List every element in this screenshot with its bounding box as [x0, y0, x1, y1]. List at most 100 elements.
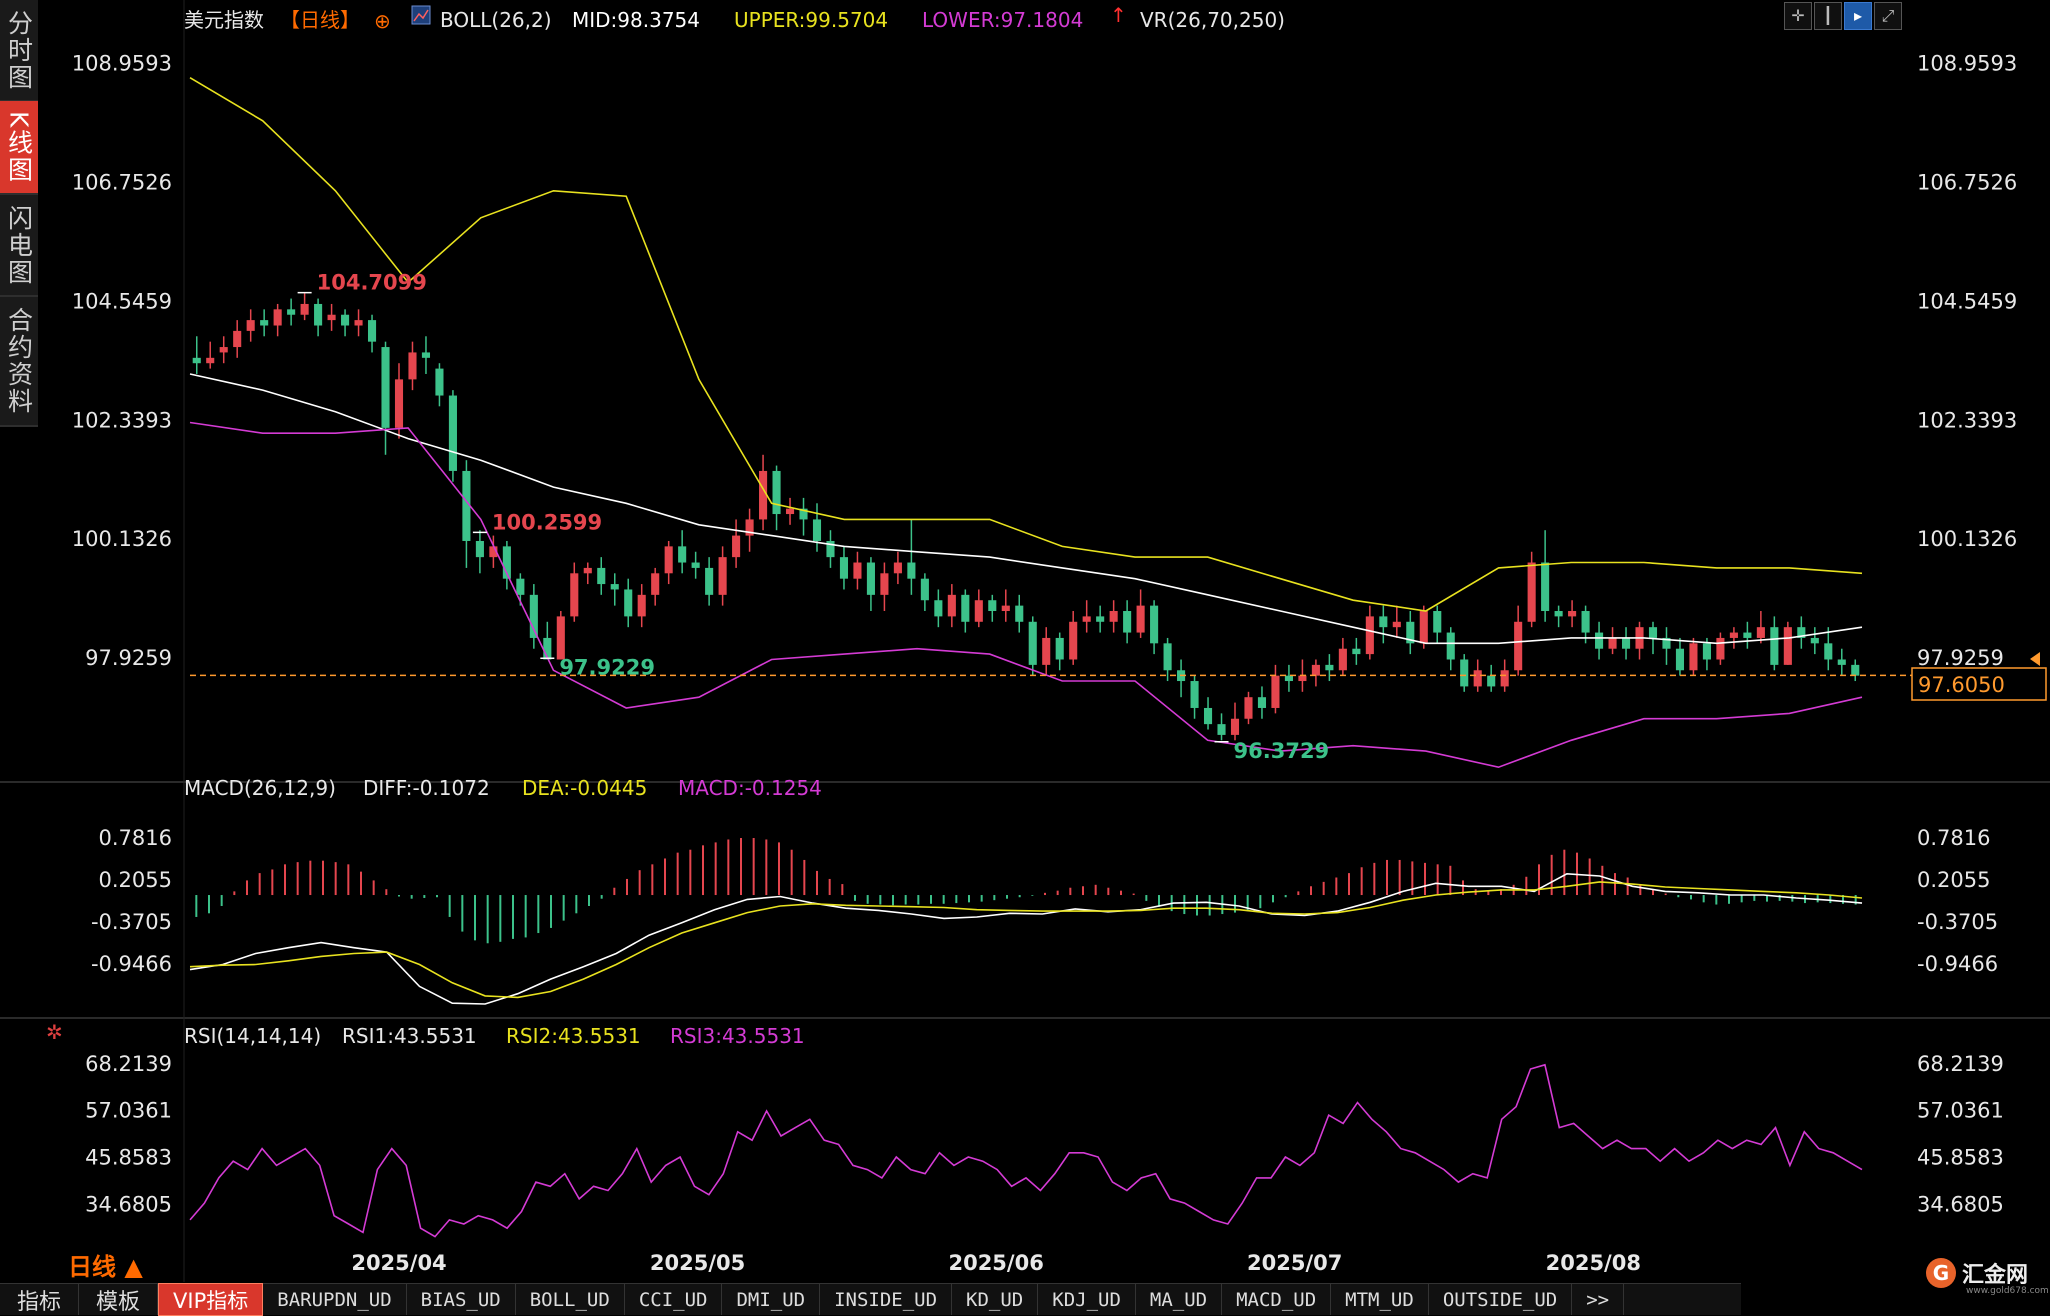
rsi-tick-label: 57.0361 — [1917, 1099, 2004, 1123]
macd-header: MACD(26,12,9) DIFF:-0.1072 DEA:-0.0445 M… — [184, 776, 822, 800]
macd-tick-label: 0.2055 — [1917, 868, 1990, 892]
candle-body — [246, 320, 255, 331]
candle-body — [1325, 664, 1334, 671]
candle-body — [1150, 605, 1159, 644]
candle-body — [421, 352, 431, 358]
candle-body — [1756, 627, 1765, 638]
price-tick-label: 106.7526 — [1917, 171, 2017, 195]
boll-mid-line — [189, 373, 1863, 645]
tab-time-sharing[interactable]: 分时图 — [0, 0, 38, 102]
price-tick-label: 102.3393 — [72, 408, 172, 432]
instrument-title: 美元指数 — [184, 8, 264, 32]
candle-body — [1352, 648, 1361, 655]
candle-body — [1527, 562, 1536, 622]
tab-dmi[interactable]: DMI_UD — [722, 1284, 821, 1315]
rsi-tick-label: 68.2139 — [85, 1052, 172, 1076]
price-tick-label: 106.7526 — [72, 171, 172, 195]
macd-panel — [189, 838, 1863, 1005]
extreme-label: 100.2599 — [492, 510, 602, 534]
tab-macd[interactable]: MACD_UD — [1222, 1284, 1332, 1315]
line-chart-icon[interactable]: ▸ — [1844, 2, 1872, 30]
x-tick-label: 2025/06 — [948, 1251, 1043, 1275]
candle-body — [974, 600, 983, 622]
price-tick-label: 97.9259 — [1917, 646, 2004, 670]
boll-lower-line — [189, 421, 1863, 769]
tab-indicators[interactable]: 指标 — [0, 1284, 80, 1315]
tab-bias[interactable]: BIAS_UD — [407, 1284, 516, 1315]
candle-body — [1419, 611, 1428, 644]
tab-contract-info[interactable]: 合约资料 — [0, 297, 38, 427]
candlestick-icon[interactable]: ┃ — [1814, 2, 1842, 30]
boll-name: BOLL(26,2) — [440, 8, 552, 32]
rsi-name: RSI(14,14,14) — [184, 1024, 321, 1048]
indicator-tab-bar: 指标 模板 VIP指标 BARUPDN_UD BIAS_UD BOLL_UD C… — [0, 1283, 1741, 1316]
candle-body — [624, 589, 633, 617]
tab-label: K线图 — [4, 110, 34, 184]
candle-body — [1163, 643, 1172, 671]
candle-body — [880, 573, 889, 595]
candle-body — [394, 379, 404, 428]
candle-body — [1015, 605, 1024, 622]
candle-body — [1729, 632, 1738, 638]
price-tick-label: 108.9593 — [1917, 52, 2017, 76]
candle-body — [300, 303, 309, 315]
tab-kd[interactable]: KD_UD — [952, 1284, 1039, 1315]
candle-body — [233, 330, 242, 348]
candle-body — [1541, 562, 1550, 612]
period-dropdown[interactable]: 日线 ▲ — [68, 1247, 143, 1282]
rsi1-value: RSI1:43.5531 — [342, 1024, 477, 1048]
candle-body — [893, 562, 902, 574]
tab-kdj[interactable]: KDJ_UD — [1038, 1284, 1136, 1315]
tab-outside[interactable]: OUTSIDE_UD — [1429, 1284, 1573, 1315]
candle-body — [1608, 637, 1617, 649]
compare-add-icon[interactable]: ⊕ — [374, 9, 391, 33]
extreme-label: 104.7099 — [317, 271, 427, 295]
candle-body — [1851, 664, 1860, 676]
crosshair-icon[interactable]: ✛ — [1784, 2, 1812, 30]
candle-body — [1460, 659, 1469, 687]
candle-body — [961, 594, 970, 622]
candle-body — [1379, 616, 1388, 628]
candle-body — [1810, 637, 1819, 644]
candle-body — [1284, 675, 1293, 682]
tab-barupdn[interactable]: BARUPDN_UD — [263, 1284, 407, 1315]
tab-kline[interactable]: K线图 — [0, 101, 38, 195]
macd-diff-value: DIFF:-0.1072 — [363, 776, 490, 800]
candle-body — [206, 357, 215, 364]
candle-body — [219, 347, 228, 353]
candle-body — [1514, 621, 1523, 671]
rsi-line — [189, 1063, 1863, 1238]
tab-flash-chart[interactable]: 闪电图 — [0, 195, 38, 297]
tab-mtm[interactable]: MTM_UD — [1331, 1284, 1429, 1315]
tab-templates[interactable]: 模板 — [79, 1284, 159, 1315]
boll-upper-value: UPPER:99.5704 — [734, 8, 888, 32]
tab-ma[interactable]: MA_UD — [1136, 1284, 1223, 1315]
tab-cci[interactable]: CCI_UD — [625, 1284, 723, 1315]
kline-chart-stage[interactable]: 104.709997.922996.3729100.2599 108.9593 1… — [0, 0, 2050, 1314]
boll-lower-value: LOWER:97.1804 — [922, 8, 1083, 32]
tab-boll[interactable]: BOLL_UD — [516, 1284, 625, 1315]
candle-body — [1190, 681, 1199, 708]
price-tick-label: 108.9593 — [72, 52, 172, 76]
candle-body — [1446, 632, 1455, 660]
candle-body — [354, 320, 363, 326]
fullscreen-icon[interactable]: ⤢ — [1874, 2, 1902, 30]
tab-inside[interactable]: INSIDE_UD — [820, 1284, 953, 1315]
candle-body — [691, 562, 700, 568]
rsi-tick-label: 57.0361 — [85, 1099, 172, 1123]
price-tick-label: 97.9259 — [85, 646, 172, 670]
tab-vip-indicators[interactable]: VIP指标 — [158, 1283, 264, 1316]
macd-tick-label: -0.9466 — [91, 952, 172, 976]
current-price-value: 97.6050 — [1918, 673, 2005, 697]
candle-body — [812, 519, 822, 541]
candle-body — [314, 303, 323, 326]
candle-body — [435, 368, 444, 396]
rsi3-value: RSI3:43.5531 — [670, 1024, 805, 1048]
tab-more[interactable]: >> — [1572, 1284, 1625, 1315]
candle-body — [529, 594, 538, 638]
candle-body — [260, 320, 269, 326]
settings-gear-icon[interactable]: ✲ — [46, 1020, 63, 1044]
price-tick-label: 102.3393 — [1917, 408, 2017, 432]
candle-body — [772, 470, 781, 515]
candle-body — [1554, 611, 1563, 617]
